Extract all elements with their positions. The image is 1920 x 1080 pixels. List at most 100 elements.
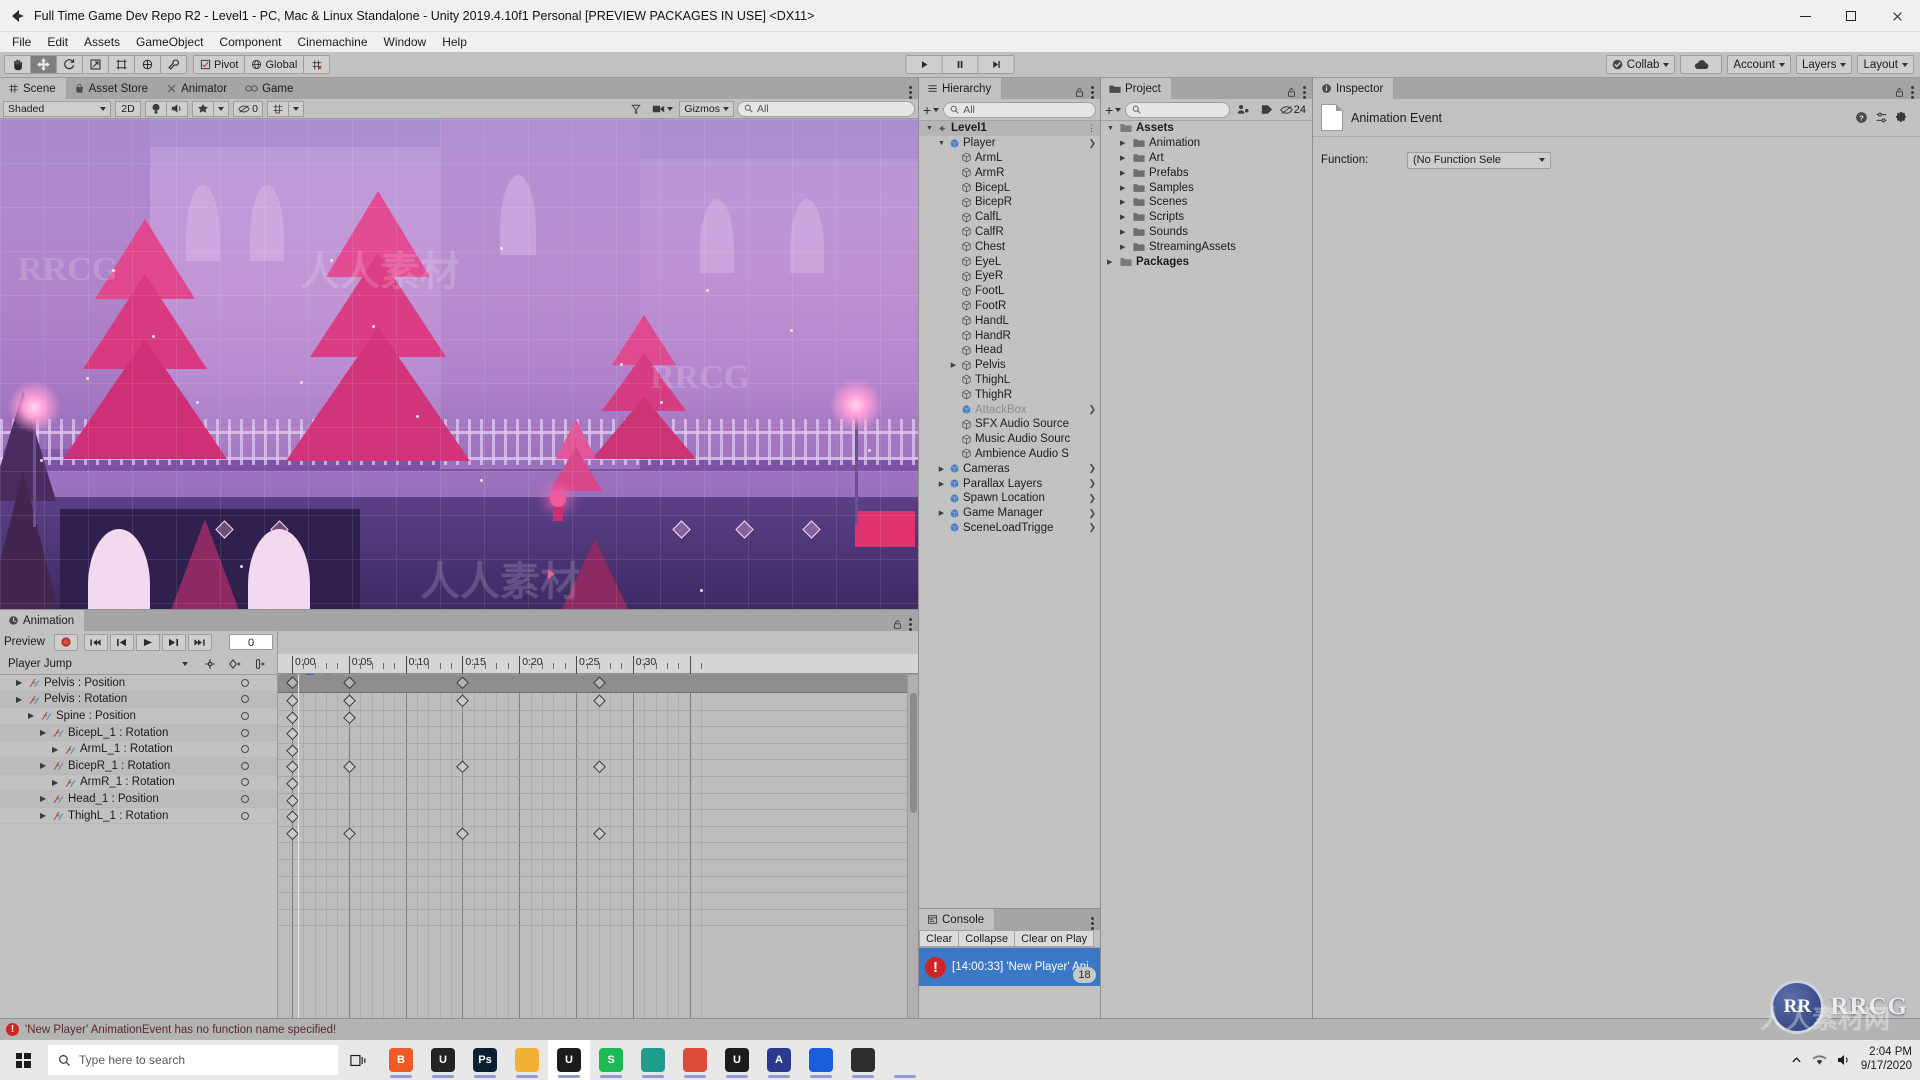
hierarchy-item-parallax-layers[interactable]: ▶ Parallax Layers ❯ — [919, 476, 1100, 491]
animation-property-head-1-position[interactable]: ▶ Head_1 : Position — [0, 791, 277, 808]
brave-icon[interactable]: B — [380, 1040, 422, 1080]
keyframe-toggle-icon[interactable] — [241, 778, 249, 787]
windows-start-icon[interactable] — [0, 1040, 46, 1080]
animation-timeline-ruler[interactable]: 0:00 0:05 0:10 0:15 0:20 0:25 0:30 — [278, 654, 918, 688]
project-search-input[interactable] — [1125, 101, 1230, 118]
account-button[interactable]: Account — [1727, 55, 1791, 74]
chevron-up-icon[interactable] — [1791, 1055, 1802, 1066]
hierarchy-item-bicepl[interactable]: BicepL — [919, 180, 1100, 195]
chevron-right-icon[interactable]: ❯ — [1088, 404, 1100, 415]
hierarchy-item-footr[interactable]: FootR — [919, 299, 1100, 314]
hierarchy-item-ambience-audio-s[interactable]: Ambience Audio S — [919, 447, 1100, 462]
audio-toggle-button[interactable] — [166, 100, 188, 117]
console-clear-button[interactable]: Clear — [919, 930, 960, 947]
grid-dropdown-button[interactable] — [288, 100, 304, 117]
inspector-menu-icon[interactable] — [1911, 86, 1914, 99]
console-log-entry[interactable]: ! [14:00:33] 'New Player' Ani 18 — [919, 948, 1100, 986]
keyframe-toggle-icon[interactable] — [241, 711, 249, 720]
hierarchy-item-calfl[interactable]: CalfL — [919, 210, 1100, 225]
console-clear-on-play-button[interactable]: Clear on Play — [1014, 930, 1095, 947]
taskbar-search-input[interactable]: Type here to search — [48, 1045, 338, 1075]
hand-tool-button[interactable] — [4, 55, 31, 74]
rect-transform-tool-button[interactable] — [108, 55, 135, 74]
hierarchy-item-head[interactable]: Head — [919, 343, 1100, 358]
project-item-scripts[interactable]: ▶ Scripts — [1101, 210, 1312, 225]
project-item-streamingassets[interactable]: ▶ StreamingAssets — [1101, 239, 1312, 254]
project-add-button[interactable]: + — [1105, 102, 1122, 118]
unity-editor-icon[interactable]: U — [548, 1040, 590, 1080]
hierarchy-item-eyer[interactable]: EyeR — [919, 269, 1100, 284]
animation-property-pelvis-position[interactable]: ▶ Pelvis : Position — [0, 675, 277, 692]
console-collapse-button[interactable]: Collapse — [958, 930, 1016, 947]
chevron-right-icon[interactable]: ❯ — [1088, 463, 1100, 474]
custom-tool-button[interactable] — [160, 55, 187, 74]
hierarchy-item-arml[interactable]: ArmL — [919, 151, 1100, 166]
menu-gameobject[interactable]: GameObject — [128, 32, 211, 52]
project-item-sounds[interactable]: ▶ Sounds — [1101, 225, 1312, 240]
wifi-icon[interactable] — [1812, 1054, 1827, 1066]
twisty-icon[interactable]: ▶ — [52, 745, 61, 754]
first-frame-button[interactable] — [83, 633, 108, 651]
keyframe-toggle-icon[interactable] — [241, 728, 249, 737]
twisty-icon[interactable]: ▶ — [16, 678, 25, 687]
animation-property-arml-1-rotation[interactable]: ▶ ArmL_1 : Rotation — [0, 741, 277, 758]
twisty-icon[interactable]: ▶ — [1120, 139, 1129, 147]
twisty-icon[interactable]: ▶ — [1120, 213, 1129, 221]
hidden-objects-button[interactable]: 0 — [233, 100, 263, 117]
grid-visibility-button[interactable] — [267, 100, 289, 117]
hierarchy-item-attackbox[interactable]: AttackBox ❯ — [919, 402, 1100, 417]
dopesheet-keyframe[interactable] — [592, 694, 606, 708]
twisty-icon[interactable]: ▶ — [949, 361, 958, 369]
twisty-icon[interactable]: ▶ — [937, 480, 946, 488]
hierarchy-item-armr[interactable]: ArmR — [919, 165, 1100, 180]
hierarchy-item-level1[interactable]: ▼ Level1 ⋮ — [919, 121, 1100, 136]
hierarchy-item-calfr[interactable]: CalfR — [919, 225, 1100, 240]
scene-search-input[interactable]: All — [737, 100, 915, 117]
twisty-icon[interactable]: ▶ — [1120, 154, 1129, 162]
twisty-icon[interactable]: ▶ — [28, 711, 37, 720]
fx-toggle-button[interactable] — [192, 100, 214, 117]
hierarchy-item-handr[interactable]: HandR — [919, 328, 1100, 343]
dopesheet-keyframe[interactable] — [592, 760, 606, 774]
dopesheet-keyframe[interactable] — [342, 827, 356, 840]
hierarchy-item-footl[interactable]: FootL — [919, 284, 1100, 299]
add-keyframe-button[interactable] — [197, 656, 223, 673]
keyframe-toggle-icon[interactable] — [241, 811, 249, 820]
tab-hierarchy[interactable]: Hierarchy — [919, 78, 1002, 99]
tab-project[interactable]: Project — [1101, 78, 1171, 99]
console-menu-icon[interactable] — [1091, 917, 1094, 930]
volume-icon[interactable] — [1837, 1054, 1851, 1066]
dopesheet-keyframe[interactable] — [592, 827, 606, 840]
twisty-icon[interactable]: ▶ — [937, 509, 946, 517]
hierarchy-item-music-audio-sourc[interactable]: Music Audio Sourc — [919, 432, 1100, 447]
hierarchy-item-bicepr[interactable]: BicepR — [919, 195, 1100, 210]
hierarchy-item-cameras[interactable]: ▶ Cameras ❯ — [919, 461, 1100, 476]
animation-property-bicepl-1-rotation[interactable]: ▶ BicepL_1 : Rotation — [0, 724, 277, 742]
play-button[interactable] — [905, 55, 943, 74]
twisty-icon[interactable]: ▶ — [40, 794, 49, 803]
grid-snap-button[interactable] — [303, 55, 331, 74]
tab-inspector[interactable]: Inspector — [1313, 78, 1394, 99]
hierarchy-item-sceneloadtrigge[interactable]: SceneLoadTrigge ❯ — [919, 521, 1100, 536]
twisty-icon[interactable]: ▶ — [1120, 169, 1129, 177]
hierarchy-item-spawn-location[interactable]: Spawn Location ❯ — [919, 491, 1100, 506]
frame-number-input[interactable]: 0 — [229, 634, 273, 650]
tab-animation[interactable]: Animation — [0, 610, 85, 631]
dopesheet-keyframe[interactable] — [456, 694, 470, 708]
chevron-right-icon[interactable]: ❯ — [1088, 522, 1100, 533]
project-item-scenes[interactable]: ▶ Scenes — [1101, 195, 1312, 210]
spotify-icon[interactable]: S — [590, 1040, 632, 1080]
help-icon[interactable]: ? — [1855, 111, 1868, 124]
taskbar-clock[interactable]: 2:04 PM 9/17/2020 — [1861, 1046, 1912, 1074]
play-animation-button[interactable] — [135, 633, 160, 651]
menu-edit[interactable]: Edit — [39, 32, 76, 52]
transform-tool-button[interactable] — [134, 55, 161, 74]
chevron-right-icon[interactable]: ❯ — [1088, 478, 1100, 489]
layout-button[interactable]: Layout — [1857, 55, 1914, 74]
animation-property-pelvis-rotation[interactable]: ▶ Pelvis : Rotation — [0, 691, 277, 709]
dopesheet-keyframe[interactable] — [342, 760, 356, 774]
dopesheet-keyframe[interactable] — [456, 827, 470, 840]
hierarchy-item-handl[interactable]: HandL — [919, 313, 1100, 328]
menu-window[interactable]: Window — [376, 32, 435, 52]
project-item-art[interactable]: ▶ Art — [1101, 151, 1312, 166]
